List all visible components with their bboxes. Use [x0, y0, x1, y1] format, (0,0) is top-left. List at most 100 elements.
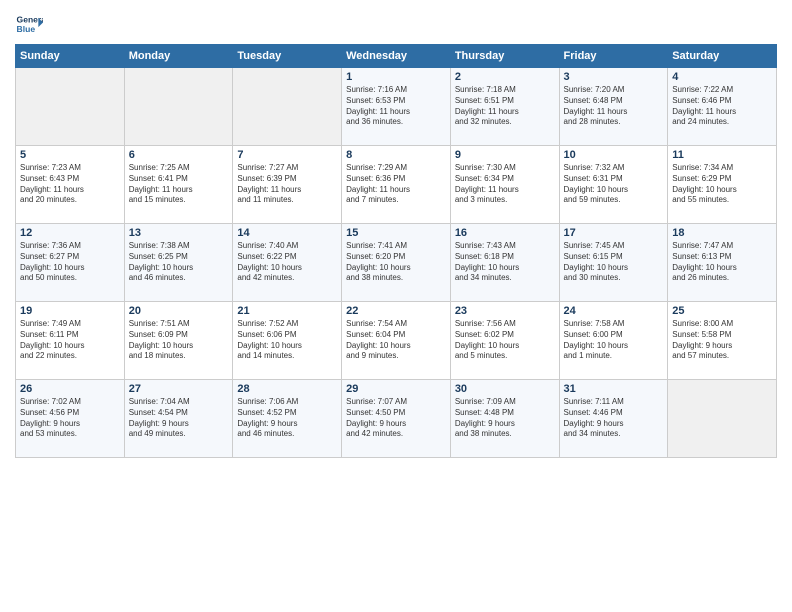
day-info: Sunrise: 7:38 AM Sunset: 6:25 PM Dayligh…	[129, 241, 229, 284]
day-number: 2	[455, 71, 555, 83]
calendar-cell	[668, 380, 777, 458]
day-info: Sunrise: 7:56 AM Sunset: 6:02 PM Dayligh…	[455, 319, 555, 362]
calendar-cell: 8 Sunrise: 7:29 AM Sunset: 6:36 PM Daylig…	[342, 146, 451, 224]
calendar-cell: 5Sunrise: 7:23 AM Sunset: 6:43 PM Daylig…	[16, 146, 125, 224]
logo: General Blue	[15, 10, 43, 38]
calendar-cell: 21Sunrise: 7:52 AM Sunset: 6:06 PM Dayli…	[233, 302, 342, 380]
calendar-cell	[124, 68, 233, 146]
calendar-cell: 23 Sunrise: 7:56 AM Sunset: 6:02 PM Dayli…	[450, 302, 559, 380]
calendar-cell: 15 Sunrise: 7:41 AM Sunset: 6:20 PM Dayli…	[342, 224, 451, 302]
day-number: 20	[129, 305, 229, 317]
calendar-cell: 3 Sunrise: 7:20 AM Sunset: 6:48 PM Daylig…	[559, 68, 668, 146]
svg-text:Blue: Blue	[17, 24, 36, 34]
calendar-cell	[233, 68, 342, 146]
day-number: 4	[672, 71, 772, 83]
day-number: 7	[237, 149, 337, 161]
day-info: Sunrise: 7:36 AM Sunset: 6:27 PM Dayligh…	[20, 241, 120, 284]
calendar-body: 1 Sunrise: 7:16 AM Sunset: 6:53 PM Daylig…	[16, 68, 777, 458]
day-info: Sunrise: 7:29 AM Sunset: 6:36 PM Dayligh…	[346, 163, 446, 206]
day-number: 1	[346, 71, 446, 83]
day-number: 23	[455, 305, 555, 317]
day-number: 14	[237, 227, 337, 239]
weekday-header: Monday	[124, 45, 233, 68]
day-number: 26	[20, 383, 120, 395]
day-number: 19	[20, 305, 120, 317]
day-number: 18	[672, 227, 772, 239]
calendar-cell: 20 Sunrise: 7:51 AM Sunset: 6:09 PM Dayli…	[124, 302, 233, 380]
calendar-cell: 25 Sunrise: 8:00 AM Sunset: 5:58 PM Dayli…	[668, 302, 777, 380]
day-info: Sunrise: 7:11 AM Sunset: 4:46 PM Dayligh…	[564, 397, 664, 440]
day-number: 27	[129, 383, 229, 395]
day-number: 12	[20, 227, 120, 239]
calendar-cell: 31 Sunrise: 7:11 AM Sunset: 4:46 PM Dayli…	[559, 380, 668, 458]
calendar-cell: 4Sunrise: 7:22 AM Sunset: 6:46 PM Daylig…	[668, 68, 777, 146]
day-info: Sunrise: 7:32 AM Sunset: 6:31 PM Dayligh…	[564, 163, 664, 206]
day-info: Sunrise: 7:04 AM Sunset: 4:54 PM Dayligh…	[129, 397, 229, 440]
day-info: Sunrise: 7:49 AM Sunset: 6:11 PM Dayligh…	[20, 319, 120, 362]
day-info: Sunrise: 8:00 AM Sunset: 5:58 PM Dayligh…	[672, 319, 772, 362]
day-info: Sunrise: 7:16 AM Sunset: 6:53 PM Dayligh…	[346, 85, 446, 128]
day-number: 9	[455, 149, 555, 161]
day-info: Sunrise: 7:27 AM Sunset: 6:39 PM Dayligh…	[237, 163, 337, 206]
calendar-cell: 13 Sunrise: 7:38 AM Sunset: 6:25 PM Dayli…	[124, 224, 233, 302]
day-number: 29	[346, 383, 446, 395]
day-number: 31	[564, 383, 664, 395]
week-row: 1 Sunrise: 7:16 AM Sunset: 6:53 PM Daylig…	[16, 68, 777, 146]
calendar-cell: 26 Sunrise: 7:02 AM Sunset: 4:56 PM Dayli…	[16, 380, 125, 458]
logo-icon: General Blue	[15, 10, 43, 38]
day-number: 16	[455, 227, 555, 239]
day-number: 17	[564, 227, 664, 239]
week-row: 5Sunrise: 7:23 AM Sunset: 6:43 PM Daylig…	[16, 146, 777, 224]
day-info: Sunrise: 7:30 AM Sunset: 6:34 PM Dayligh…	[455, 163, 555, 206]
day-info: Sunrise: 7:18 AM Sunset: 6:51 PM Dayligh…	[455, 85, 555, 128]
day-number: 13	[129, 227, 229, 239]
day-info: Sunrise: 7:09 AM Sunset: 4:48 PM Dayligh…	[455, 397, 555, 440]
day-number: 21	[237, 305, 337, 317]
calendar-cell: 11 Sunrise: 7:34 AM Sunset: 6:29 PM Dayli…	[668, 146, 777, 224]
day-info: Sunrise: 7:41 AM Sunset: 6:20 PM Dayligh…	[346, 241, 446, 284]
weekday-header: Tuesday	[233, 45, 342, 68]
calendar-container: General Blue SundayMondayTuesdayWednesda…	[0, 0, 792, 468]
weekday-header: Sunday	[16, 45, 125, 68]
day-number: 24	[564, 305, 664, 317]
calendar-cell: 17Sunrise: 7:45 AM Sunset: 6:15 PM Dayli…	[559, 224, 668, 302]
day-number: 15	[346, 227, 446, 239]
day-info: Sunrise: 7:07 AM Sunset: 4:50 PM Dayligh…	[346, 397, 446, 440]
calendar-cell: 27 Sunrise: 7:04 AM Sunset: 4:54 PM Dayli…	[124, 380, 233, 458]
calendar-cell: 6 Sunrise: 7:25 AM Sunset: 6:41 PM Daylig…	[124, 146, 233, 224]
calendar-cell: 7 Sunrise: 7:27 AM Sunset: 6:39 PM Daylig…	[233, 146, 342, 224]
day-number: 30	[455, 383, 555, 395]
weekday-header: Saturday	[668, 45, 777, 68]
calendar-cell: 12 Sunrise: 7:36 AM Sunset: 6:27 PM Dayli…	[16, 224, 125, 302]
day-number: 8	[346, 149, 446, 161]
day-number: 22	[346, 305, 446, 317]
day-number: 6	[129, 149, 229, 161]
calendar-cell: 1 Sunrise: 7:16 AM Sunset: 6:53 PM Daylig…	[342, 68, 451, 146]
calendar-table: SundayMondayTuesdayWednesdayThursdayFrid…	[15, 44, 777, 458]
day-info: Sunrise: 7:54 AM Sunset: 6:04 PM Dayligh…	[346, 319, 446, 362]
header: General Blue	[15, 10, 777, 38]
day-number: 10	[564, 149, 664, 161]
calendar-cell: 30 Sunrise: 7:09 AM Sunset: 4:48 PM Dayli…	[450, 380, 559, 458]
calendar-cell: 9 Sunrise: 7:30 AM Sunset: 6:34 PM Daylig…	[450, 146, 559, 224]
day-info: Sunrise: 7:20 AM Sunset: 6:48 PM Dayligh…	[564, 85, 664, 128]
day-number: 11	[672, 149, 772, 161]
day-info: Sunrise: 7:02 AM Sunset: 4:56 PM Dayligh…	[20, 397, 120, 440]
calendar-cell: 10 Sunrise: 7:32 AM Sunset: 6:31 PM Dayli…	[559, 146, 668, 224]
day-info: Sunrise: 7:40 AM Sunset: 6:22 PM Dayligh…	[237, 241, 337, 284]
day-info: Sunrise: 7:51 AM Sunset: 6:09 PM Dayligh…	[129, 319, 229, 362]
day-info: Sunrise: 7:47 AM Sunset: 6:13 PM Dayligh…	[672, 241, 772, 284]
day-number: 25	[672, 305, 772, 317]
day-info: Sunrise: 7:23 AM Sunset: 6:43 PM Dayligh…	[20, 163, 120, 206]
weekday-header: Thursday	[450, 45, 559, 68]
calendar-cell: 2 Sunrise: 7:18 AM Sunset: 6:51 PM Daylig…	[450, 68, 559, 146]
calendar-cell	[16, 68, 125, 146]
calendar-cell: 16Sunrise: 7:43 AM Sunset: 6:18 PM Dayli…	[450, 224, 559, 302]
day-info: Sunrise: 7:34 AM Sunset: 6:29 PM Dayligh…	[672, 163, 772, 206]
day-info: Sunrise: 7:25 AM Sunset: 6:41 PM Dayligh…	[129, 163, 229, 206]
calendar-cell: 22 Sunrise: 7:54 AM Sunset: 6:04 PM Dayli…	[342, 302, 451, 380]
weekday-row: SundayMondayTuesdayWednesdayThursdayFrid…	[16, 45, 777, 68]
day-info: Sunrise: 7:58 AM Sunset: 6:00 PM Dayligh…	[564, 319, 664, 362]
day-number: 3	[564, 71, 664, 83]
day-info: Sunrise: 7:06 AM Sunset: 4:52 PM Dayligh…	[237, 397, 337, 440]
